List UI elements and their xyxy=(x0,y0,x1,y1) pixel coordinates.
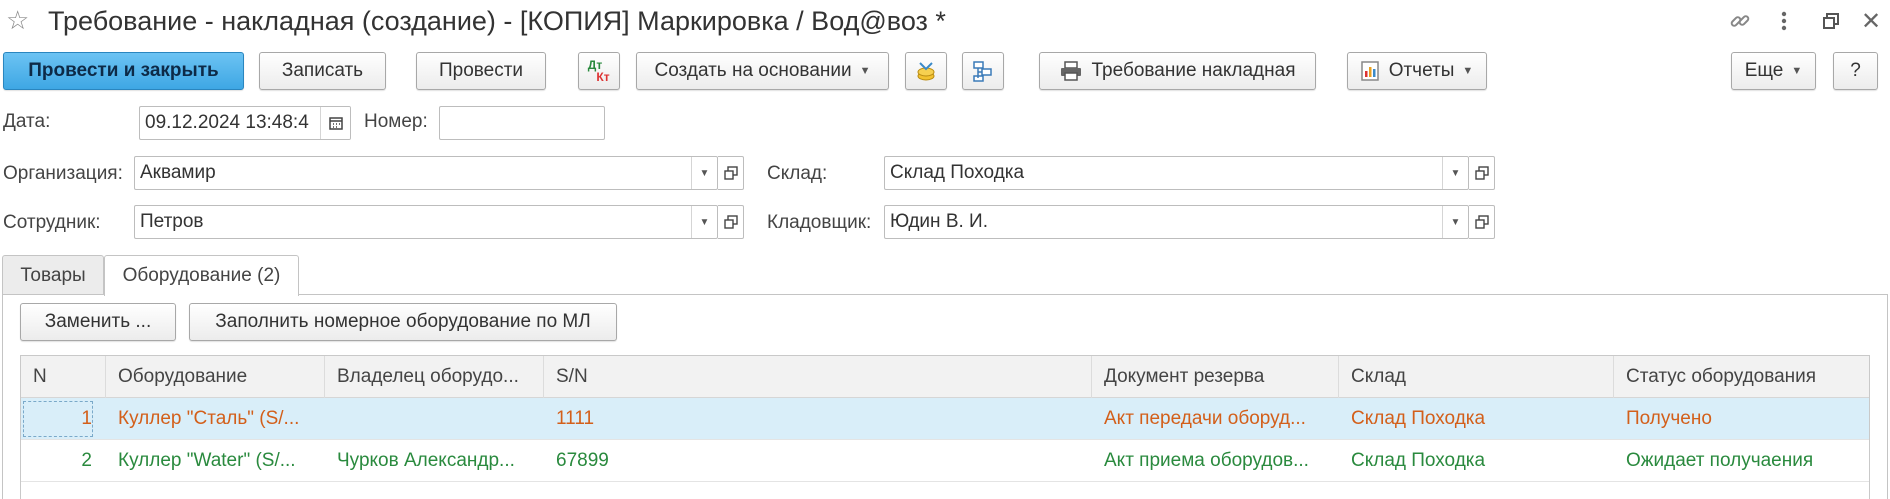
storekeeper-field[interactable]: Юдин В. И. ▼ xyxy=(884,205,1469,239)
employee-value: Петров xyxy=(140,211,204,232)
hierarchy-button[interactable] xyxy=(962,52,1004,90)
reserve-document-cell: Акт передачи оборуд... xyxy=(1104,408,1306,429)
coins-icon xyxy=(917,62,935,81)
restore-window-icon[interactable] xyxy=(1816,8,1846,34)
open-window-icon xyxy=(723,166,738,180)
more-actions-icon[interactable] xyxy=(1772,8,1796,34)
column-header-reserve-document[interactable]: Документ резерва xyxy=(1092,356,1339,398)
title-bar: ☆ Требование - накладная (создание) - [К… xyxy=(0,0,1890,42)
date-value: 09.12.2024 13:48:4 xyxy=(145,112,309,133)
create-based-on-label: Создать на основании xyxy=(654,60,852,81)
warehouse-cell: Склад Походка xyxy=(1351,408,1486,429)
chevron-down-icon: ▼ xyxy=(1462,65,1474,77)
printer-icon xyxy=(1060,61,1082,81)
storekeeper-label: Кладовщик: xyxy=(767,212,872,233)
organization-value: Аквамир xyxy=(140,162,216,183)
warehouse-cell: Склад Походка xyxy=(1351,450,1486,471)
print-requisition-label: Требование накладная xyxy=(1091,60,1296,81)
chevron-down-icon: ▼ xyxy=(1791,65,1803,77)
reports-label: Отчеты xyxy=(1388,60,1455,81)
hierarchy-icon xyxy=(973,61,992,82)
equipment-table[interactable]: N Оборудование Владелец оборудо... S/N Д… xyxy=(20,355,1870,499)
dropdown-arrow-icon[interactable]: ▼ xyxy=(1442,206,1468,238)
dropdown-arrow-icon[interactable]: ▼ xyxy=(1442,157,1468,189)
tab-goods[interactable]: Товары xyxy=(2,255,104,295)
post-and-close-button[interactable]: Провести и закрыть xyxy=(3,52,244,90)
employee-label: Сотрудник: xyxy=(3,212,101,233)
date-field[interactable]: 09.12.2024 13:48:4 xyxy=(139,106,351,140)
open-window-icon xyxy=(1474,215,1489,229)
reserve-document-cell: Акт приема оборудов... xyxy=(1104,450,1309,471)
close-icon[interactable]: ✕ xyxy=(1858,8,1884,35)
open-employee-button[interactable] xyxy=(718,205,744,239)
organization-field[interactable]: Аквамир ▼ xyxy=(134,156,718,190)
open-storekeeper-button[interactable] xyxy=(1469,205,1495,239)
dropdown-arrow-icon[interactable]: ▼ xyxy=(691,206,717,238)
row-number: 2 xyxy=(81,450,92,471)
number-field[interactable] xyxy=(439,106,605,140)
post-button[interactable]: Провести xyxy=(416,52,546,90)
tab-equipment[interactable]: Оборудование (2) xyxy=(104,255,299,296)
status-cell: Ожидает получаения xyxy=(1626,450,1814,471)
table-header: N Оборудование Владелец оборудо... S/N Д… xyxy=(21,356,1869,398)
column-header-n[interactable]: N xyxy=(21,356,106,398)
dt-kt-button[interactable]: Дт Кт xyxy=(578,52,620,90)
help-button[interactable]: ? xyxy=(1833,52,1878,90)
number-label: Номер: xyxy=(364,111,428,132)
window-title: Требование - накладная (создание) - [КОП… xyxy=(48,6,946,36)
warehouse-field[interactable]: Склад Походка ▼ xyxy=(884,156,1469,190)
sn-cell: 67899 xyxy=(556,450,609,471)
owner-cell xyxy=(325,398,544,440)
date-label: Дата: xyxy=(3,111,51,132)
table-row[interactable]: 1 Куллер "Сталь" (S/... 1111 Акт передач… xyxy=(21,398,1869,440)
open-warehouse-button[interactable] xyxy=(1469,156,1495,190)
structure-button[interactable] xyxy=(905,52,947,90)
column-header-sn[interactable]: S/N xyxy=(544,356,1092,398)
column-header-status[interactable]: Статус оборудования xyxy=(1614,356,1871,398)
replace-button[interactable]: Заменить ... xyxy=(20,303,176,341)
warehouse-label: Склад: xyxy=(767,163,828,184)
open-window-icon xyxy=(723,215,738,229)
calendar-icon[interactable] xyxy=(320,107,350,139)
report-icon xyxy=(1360,61,1379,81)
reports-button[interactable]: Отчеты ▼ xyxy=(1347,52,1487,90)
employee-field[interactable]: Петров ▼ xyxy=(134,205,718,239)
favorite-star-icon[interactable]: ☆ xyxy=(6,6,29,34)
link-icon[interactable] xyxy=(1725,8,1755,34)
chevron-down-icon: ▼ xyxy=(859,65,871,77)
organization-label: Организация: xyxy=(3,163,123,184)
kt-label: Кт xyxy=(596,70,610,84)
column-header-owner[interactable]: Владелец оборудо... xyxy=(325,356,544,398)
column-header-equipment[interactable]: Оборудование xyxy=(106,356,325,398)
column-header-warehouse[interactable]: Склад xyxy=(1339,356,1614,398)
equipment-cell: Куллер "Сталь" (S/... xyxy=(118,408,300,429)
owner-cell: Чурков Александр... xyxy=(337,450,515,471)
more-label: Еще xyxy=(1744,60,1784,81)
status-cell: Получено xyxy=(1626,408,1712,429)
equipment-cell: Куллер "Water" (S/... xyxy=(118,450,296,471)
sn-cell: 1111 xyxy=(556,408,595,429)
dropdown-arrow-icon[interactable]: ▼ xyxy=(691,157,717,189)
create-based-on-button[interactable]: Создать на основании ▼ xyxy=(636,52,889,90)
save-button[interactable]: Записать xyxy=(259,52,386,90)
table-row[interactable]: 2 Куллер "Water" (S/... Чурков Александр… xyxy=(21,440,1869,482)
storekeeper-value: Юдин В. И. xyxy=(890,211,988,232)
row-number: 1 xyxy=(81,408,92,429)
warehouse-value: Склад Походка xyxy=(890,162,1025,183)
more-button[interactable]: Еще ▼ xyxy=(1731,52,1816,90)
open-window-icon xyxy=(1474,166,1489,180)
fill-numbered-equipment-button[interactable]: Заполнить номерное оборудование по МЛ xyxy=(189,303,617,341)
open-organization-button[interactable] xyxy=(718,156,744,190)
print-requisition-button[interactable]: Требование накладная xyxy=(1039,52,1316,90)
